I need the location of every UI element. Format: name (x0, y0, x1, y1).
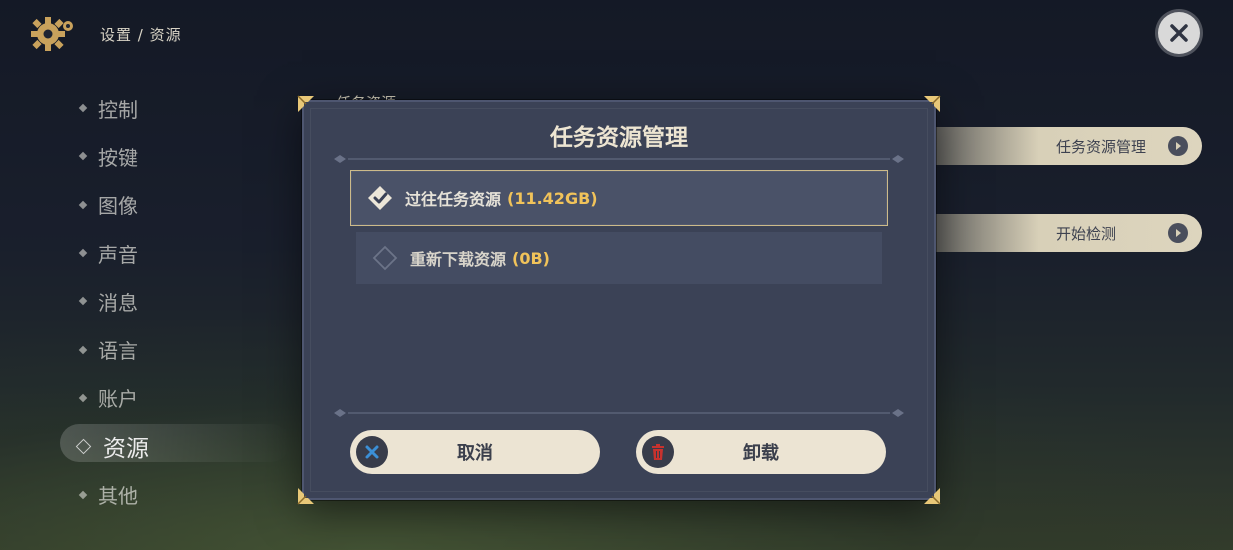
cancel-label: 取消 (457, 443, 493, 464)
bullet-icon (78, 490, 88, 499)
dialog-title: 任务资源管理 (550, 125, 688, 151)
corner-ornament-icon (297, 488, 314, 505)
arrow-right-icon (1168, 136, 1188, 156)
nav-item-language[interactable]: 语言 (78, 325, 149, 373)
option-past-task-resources[interactable]: 过往任务资源 (11.42GB) (350, 170, 888, 226)
close-button[interactable] (1158, 12, 1200, 54)
bullet-icon (78, 248, 88, 258)
nav-item-keys[interactable]: 按键 (78, 132, 149, 180)
nav-item-control[interactable]: 控制 (78, 84, 149, 132)
nav-item-other[interactable]: 其他 (78, 470, 149, 518)
uninstall-label: 卸载 (743, 443, 779, 464)
empty-diamond-icon (372, 245, 398, 271)
nav-item-label: 控制 (98, 97, 138, 122)
button-label: 开始检测 (1056, 224, 1117, 243)
nav-item-label: 声音 (98, 242, 138, 267)
divider-ornament (334, 409, 904, 417)
nav-item-label: 图像 (98, 194, 138, 219)
option-redownload-resources[interactable]: 重新下载资源 (0B) (356, 232, 882, 284)
nav-item-label: 按键 (98, 145, 138, 170)
settings-nav: 控制 按键 图像 声音 消息 语言 账户 资源 其他 (75, 84, 149, 519)
gear-icon (28, 12, 76, 56)
corner-ornament-icon (297, 95, 314, 112)
bullet-icon (78, 345, 88, 354)
nav-item-label: 消息 (98, 290, 138, 315)
cancel-x-icon (356, 436, 388, 468)
start-check-button[interactable]: 开始检测 (930, 214, 1202, 252)
trash-icon (642, 436, 674, 468)
bullet-icon (78, 393, 88, 403)
close-icon (1170, 24, 1188, 42)
option-size: (0B) (512, 248, 550, 268)
cancel-button[interactable]: 取消 (350, 430, 600, 474)
nav-item-resources[interactable]: 资源 (75, 422, 149, 470)
nav-item-label: 账户 (98, 387, 138, 412)
bullet-icon (78, 297, 88, 306)
task-resource-dialog: 任务资源管理 过往任务资源 (11.42GB) 重新下载资源 (0B) 取消 卸… (297, 95, 941, 505)
nav-item-messages[interactable]: 消息 (78, 277, 149, 325)
nav-item-account[interactable]: 账户 (78, 374, 149, 422)
option-size: (11.42GB) (507, 188, 598, 208)
option-label: 重新下载资源 (410, 250, 507, 269)
bullet-icon (78, 103, 88, 113)
arrow-right-icon (1168, 223, 1188, 243)
corner-ornament-icon (924, 95, 941, 112)
nav-item-label: 资源 (103, 436, 149, 463)
task-resource-manage-button[interactable]: 任务资源管理 (930, 127, 1202, 165)
nav-item-audio[interactable]: 声音 (78, 229, 149, 277)
uninstall-button[interactable]: 卸载 (636, 430, 886, 474)
button-label: 任务资源管理 (1056, 137, 1147, 156)
corner-ornament-icon (924, 488, 941, 505)
nav-item-label: 其他 (98, 484, 138, 509)
nav-item-graphics[interactable]: 图像 (78, 181, 149, 229)
breadcrumb: 设置 / 资源 (100, 26, 182, 44)
nav-item-label: 语言 (98, 339, 138, 364)
check-diamond-icon (367, 185, 393, 211)
bullet-icon (78, 152, 88, 161)
divider-ornament (334, 155, 904, 163)
option-label: 过往任务资源 (405, 190, 502, 209)
bullet-icon (78, 200, 88, 209)
